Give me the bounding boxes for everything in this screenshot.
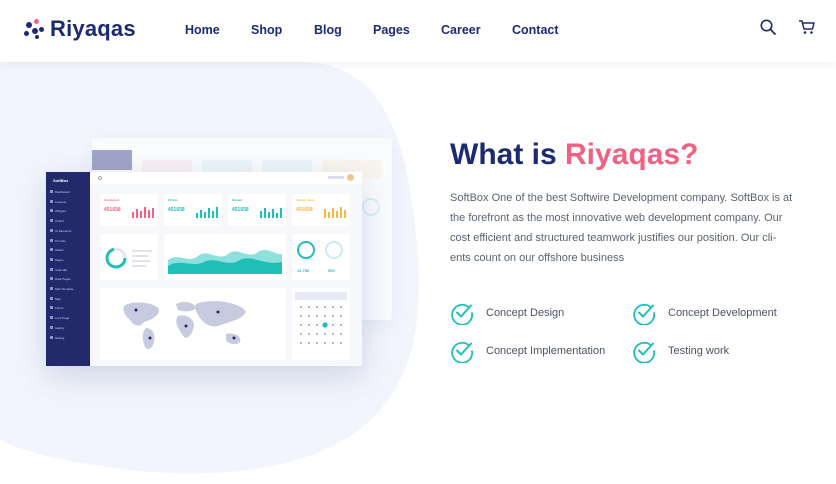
nav-contact[interactable]: Contact bbox=[512, 23, 559, 37]
calendar-day bbox=[324, 342, 326, 344]
feature-label: Concept Implementation bbox=[486, 345, 606, 357]
stat-title: Visitors Here bbox=[296, 198, 315, 202]
mockup-menu-item: Setting bbox=[49, 335, 65, 340]
stat-title: Earned bbox=[232, 198, 243, 202]
mockup-menu-item: Widgets bbox=[50, 209, 66, 214]
calendar-day bbox=[322, 322, 328, 328]
calendar-day bbox=[340, 333, 342, 335]
brand-name: Riyaqas bbox=[50, 16, 136, 41]
brand-logo[interactable]: Riyaqas bbox=[23, 16, 136, 42]
calendar-day bbox=[332, 342, 334, 344]
check-circle-icon bbox=[451, 341, 474, 363]
title-prefix: What is bbox=[450, 138, 566, 171]
nav-career[interactable]: Career bbox=[441, 23, 481, 37]
section-title: What is Riyaqas? bbox=[450, 138, 698, 172]
mockup-menu-item: Data Pages bbox=[50, 277, 71, 282]
mockup-menu-item: Dashboard bbox=[50, 190, 70, 194]
stat-title: Customers bbox=[104, 198, 120, 202]
mockup-stat-card: Orders 451658 bbox=[164, 194, 222, 226]
mini-stat-value: 550 bbox=[328, 268, 335, 273]
calendar-day bbox=[332, 315, 334, 317]
mockup-stat-card: Earned 451658 bbox=[228, 194, 286, 226]
stat-value: 451658 bbox=[232, 207, 249, 213]
calendar-day bbox=[340, 324, 342, 326]
mockup-brand: SoftBox bbox=[53, 178, 69, 183]
dashboard-mockup: SoftBox Dashboard Lessons Widgets Charts UI … bbox=[46, 172, 362, 366]
calendar-day bbox=[316, 315, 318, 317]
check-circle-icon bbox=[633, 303, 656, 325]
mockup-menu-item: UI Elements bbox=[49, 228, 72, 233]
mockup-menu-item: Pro Ads bbox=[50, 238, 66, 243]
nav-blog[interactable]: Blog bbox=[314, 23, 342, 37]
feature-label: Testing work bbox=[668, 345, 730, 357]
stat-value: 451658 bbox=[104, 207, 121, 213]
stat-value: 451658 bbox=[296, 207, 313, 213]
calendar-day bbox=[316, 333, 318, 335]
nav-shop[interactable]: Shop bbox=[251, 23, 282, 37]
calendar-day bbox=[324, 306, 326, 308]
calendar-day bbox=[308, 333, 310, 335]
mockup-menu-item: Forms bbox=[50, 306, 64, 311]
check-circle-icon bbox=[451, 303, 474, 325]
cart-icon[interactable] bbox=[798, 18, 816, 36]
mockup-menu-item: Gallery bbox=[50, 325, 65, 330]
calendar-day bbox=[324, 315, 326, 317]
calendar-day bbox=[308, 315, 310, 317]
mockup-menu-item: Tables bbox=[50, 248, 64, 253]
calendar-day bbox=[332, 306, 334, 308]
calendar-day bbox=[340, 342, 342, 344]
feature-label: Concept Development bbox=[668, 307, 777, 319]
mockup-menu-item: Charts bbox=[50, 219, 64, 224]
mockup-menu-item: Lock Page bbox=[49, 316, 70, 321]
calendar-day bbox=[300, 342, 302, 344]
mini-stat-value: 14 750 bbox=[297, 268, 310, 273]
site-header: Riyaqas Home Shop Blog Pages Career Cont… bbox=[0, 0, 836, 62]
title-accent: Riyaqas? bbox=[565, 138, 699, 171]
mockup-sidebar: SoftBox Dashboard Lessons Widgets Charts UI … bbox=[46, 172, 90, 366]
mockup-menu-item: Pages bbox=[50, 257, 64, 262]
mockup-menu-item: Calendar bbox=[49, 267, 68, 272]
calendar-day bbox=[300, 306, 302, 308]
mockup-calendar bbox=[292, 288, 350, 360]
mockup-menu-item: Lessons bbox=[49, 199, 67, 204]
calendar-day bbox=[308, 324, 310, 326]
mockup-menu-item: Map bbox=[50, 296, 61, 301]
mockup-world-map bbox=[100, 288, 286, 360]
mockup-area-chart bbox=[164, 234, 286, 280]
mockup-topbar bbox=[90, 172, 362, 184]
calendar-day bbox=[308, 342, 310, 344]
mockup-stat-card: Visitors Here 451658 bbox=[292, 194, 350, 226]
feature-label: Concept Design bbox=[486, 307, 565, 319]
section-description: SoftBox One of the best Softwire Develop… bbox=[450, 192, 793, 264]
calendar-day bbox=[316, 306, 318, 308]
calendar-day bbox=[316, 342, 318, 344]
check-circle-icon bbox=[633, 341, 656, 363]
calendar-day bbox=[300, 324, 302, 326]
nav-pages[interactable]: Pages bbox=[373, 23, 410, 37]
calendar-day bbox=[308, 306, 310, 308]
calendar-day bbox=[324, 333, 326, 335]
calendar-day bbox=[340, 315, 342, 317]
calendar-day bbox=[332, 324, 334, 326]
calendar-day bbox=[316, 324, 318, 326]
nav-home[interactable]: Home bbox=[185, 23, 220, 37]
stat-title: Orders bbox=[168, 198, 178, 202]
calendar-day bbox=[332, 333, 334, 335]
mockup-donut-card bbox=[100, 234, 158, 280]
calendar-day bbox=[300, 333, 302, 335]
logo-mark-icon bbox=[23, 18, 45, 40]
mockup-mini-stats: 14 750 550 bbox=[292, 234, 350, 280]
calendar-day bbox=[340, 306, 342, 308]
search-icon[interactable] bbox=[759, 18, 777, 36]
mockup-stat-card: Customers 451658 bbox=[100, 194, 158, 226]
calendar-day bbox=[300, 315, 302, 317]
stat-value: 451658 bbox=[168, 207, 185, 213]
mockup-menu-item: Mail Template bbox=[49, 287, 74, 291]
